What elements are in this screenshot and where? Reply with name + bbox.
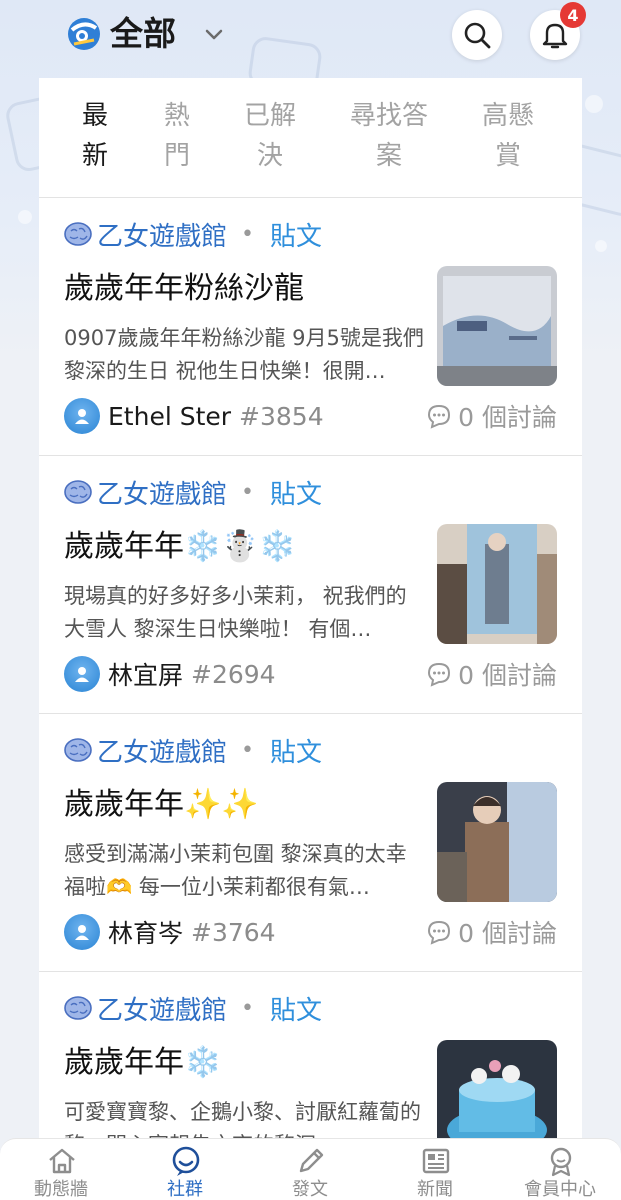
home-icon bbox=[49, 1148, 75, 1174]
bottom-navigation: 動態牆 社群 發文 新聞 會員中心 bbox=[0, 1138, 621, 1200]
board-brain-icon bbox=[64, 222, 92, 246]
post-feed-panel: 最 新 熱 門 已解 決 尋找答 案 高懸 賞 乙女遊戲館 • 貼文 歲歲年年粉… bbox=[39, 78, 582, 1160]
top-header: 全部 4 bbox=[0, 0, 621, 76]
nav-news[interactable]: 新聞 bbox=[380, 1139, 490, 1200]
post-board-line: 乙女遊戲館 • 貼文 bbox=[63, 990, 322, 1026]
post-board-line: 乙女遊戲館 • 貼文 bbox=[63, 216, 322, 252]
notification-button[interactable]: 4 bbox=[530, 2, 586, 60]
post-comments[interactable]: 0 個討論 bbox=[426, 914, 557, 950]
comment-bubble-icon bbox=[428, 920, 451, 945]
comments-count: 0 個討論 bbox=[458, 919, 557, 948]
author-name: 林育岑 bbox=[108, 919, 184, 948]
post-card[interactable]: 乙女遊戲館 • 貼文 歲歲年年✨✨ 感受到滿滿小茉莉包圍 黎深真的太幸福啦🫶 每… bbox=[39, 714, 582, 972]
post-card[interactable]: 乙女遊戲館 • 貼文 歲歲年年❄️☃️❄️ 現場真的好多好多小茉莉， 祝我們的大… bbox=[39, 456, 582, 714]
post-title[interactable]: 歲歲年年❄️ bbox=[64, 1042, 221, 1084]
nav-label: 動態牆 bbox=[34, 1179, 88, 1200]
tab-high-bounty[interactable]: 高懸 賞 bbox=[475, 96, 541, 176]
comment-bubble-icon bbox=[428, 404, 451, 429]
avatar bbox=[64, 656, 100, 692]
separator-dot: • bbox=[241, 737, 254, 763]
post-author[interactable]: 林宜屏 #2694 bbox=[64, 656, 276, 692]
author-id: #3764 bbox=[191, 917, 276, 947]
nav-community[interactable]: 社群 bbox=[130, 1139, 240, 1200]
separator-dot: • bbox=[241, 995, 254, 1021]
notification-badge: 4 bbox=[560, 2, 586, 28]
author-id: #2694 bbox=[191, 659, 276, 689]
board-brain-icon bbox=[64, 480, 92, 504]
post-title[interactable]: 歲歲年年✨✨ bbox=[64, 784, 259, 826]
nav-label: 社群 bbox=[167, 1179, 203, 1200]
board-name[interactable]: 乙女遊戲館 bbox=[97, 732, 227, 769]
board-name[interactable]: 乙女遊戲館 bbox=[97, 216, 227, 253]
nav-label: 新聞 bbox=[417, 1179, 453, 1200]
separator-dot: • bbox=[241, 221, 254, 247]
nav-member-center[interactable]: 會員中心 bbox=[505, 1139, 615, 1200]
avatar bbox=[64, 398, 100, 434]
member-badge-icon bbox=[550, 1147, 572, 1177]
post-board-line: 乙女遊戲館 • 貼文 bbox=[63, 474, 322, 510]
post-thumbnail[interactable] bbox=[437, 266, 557, 386]
board-brain-icon bbox=[64, 996, 92, 1020]
comments-count: 0 個討論 bbox=[458, 403, 557, 432]
post-excerpt: 0907歲歲年年粉絲沙龍 9月5號是我們黎深的生日 祝他生日快樂！很開… bbox=[64, 326, 424, 383]
author-id: #3854 bbox=[239, 401, 324, 431]
post-type: 貼文 bbox=[270, 479, 323, 510]
post-author[interactable]: Ethel Ster #3854 bbox=[64, 398, 324, 434]
tab-hot[interactable]: 熱 門 bbox=[151, 96, 203, 176]
user-icon bbox=[75, 409, 89, 424]
post-author[interactable]: 林育岑 #3764 bbox=[64, 914, 276, 950]
search-icon bbox=[464, 22, 491, 49]
user-icon bbox=[75, 667, 89, 682]
sort-tabs: 最 新 熱 門 已解 決 尋找答 案 高懸 賞 bbox=[39, 78, 582, 198]
post-comments[interactable]: 0 個討論 bbox=[426, 398, 557, 434]
newspaper-icon bbox=[422, 1148, 450, 1174]
author-name: Ethel Ster bbox=[108, 401, 232, 431]
post-type: 貼文 bbox=[270, 221, 323, 252]
post-board-line: 乙女遊戲館 • 貼文 bbox=[63, 732, 322, 768]
community-chat-icon bbox=[172, 1146, 200, 1176]
user-icon bbox=[75, 925, 89, 940]
pencil-icon bbox=[299, 1148, 324, 1173]
post-thumbnail[interactable] bbox=[437, 782, 557, 902]
tab-latest[interactable]: 最 新 bbox=[69, 96, 121, 176]
post-excerpt: 現場真的好多好多小茉莉， 祝我們的大雪人 黎深生日快樂啦！ 有個… bbox=[64, 584, 407, 641]
post-excerpt: 感受到滿滿小茉莉包圍 黎深真的太幸福啦🫶 每一位小茉莉都很有氣… bbox=[64, 842, 407, 899]
author-name: 林宜屏 bbox=[108, 661, 184, 690]
tab-solved[interactable]: 已解 決 bbox=[237, 96, 303, 176]
post-title[interactable]: 歲歲年年粉絲沙龍 bbox=[64, 268, 304, 310]
post-title[interactable]: 歲歲年年❄️☃️❄️ bbox=[64, 526, 296, 568]
tab-seeking-answer[interactable]: 尋找答 案 bbox=[339, 96, 439, 176]
post-type: 貼文 bbox=[270, 995, 323, 1026]
app-logo-icon bbox=[66, 16, 102, 52]
chevron-down-icon[interactable] bbox=[201, 22, 227, 48]
comments-count: 0 個討論 bbox=[458, 661, 557, 690]
post-type: 貼文 bbox=[270, 737, 323, 768]
nav-feed[interactable]: 動態牆 bbox=[6, 1139, 116, 1200]
comment-bubble-icon bbox=[428, 662, 451, 687]
avatar bbox=[64, 914, 100, 950]
board-name[interactable]: 乙女遊戲館 bbox=[97, 990, 227, 1027]
search-button[interactable] bbox=[452, 10, 502, 60]
nav-post[interactable]: 發文 bbox=[255, 1139, 365, 1200]
board-brain-icon bbox=[64, 738, 92, 762]
nav-label: 會員中心 bbox=[524, 1179, 596, 1200]
separator-dot: • bbox=[241, 479, 254, 505]
board-name[interactable]: 乙女遊戲館 bbox=[97, 474, 227, 511]
post-thumbnail[interactable] bbox=[437, 524, 557, 644]
post-comments[interactable]: 0 個討論 bbox=[426, 656, 557, 692]
category-title[interactable]: 全部 bbox=[110, 12, 176, 56]
nav-label: 發文 bbox=[292, 1179, 328, 1200]
post-card[interactable]: 乙女遊戲館 • 貼文 歲歲年年粉絲沙龍 0907歲歲年年粉絲沙龍 9月5號是我們… bbox=[39, 198, 582, 456]
